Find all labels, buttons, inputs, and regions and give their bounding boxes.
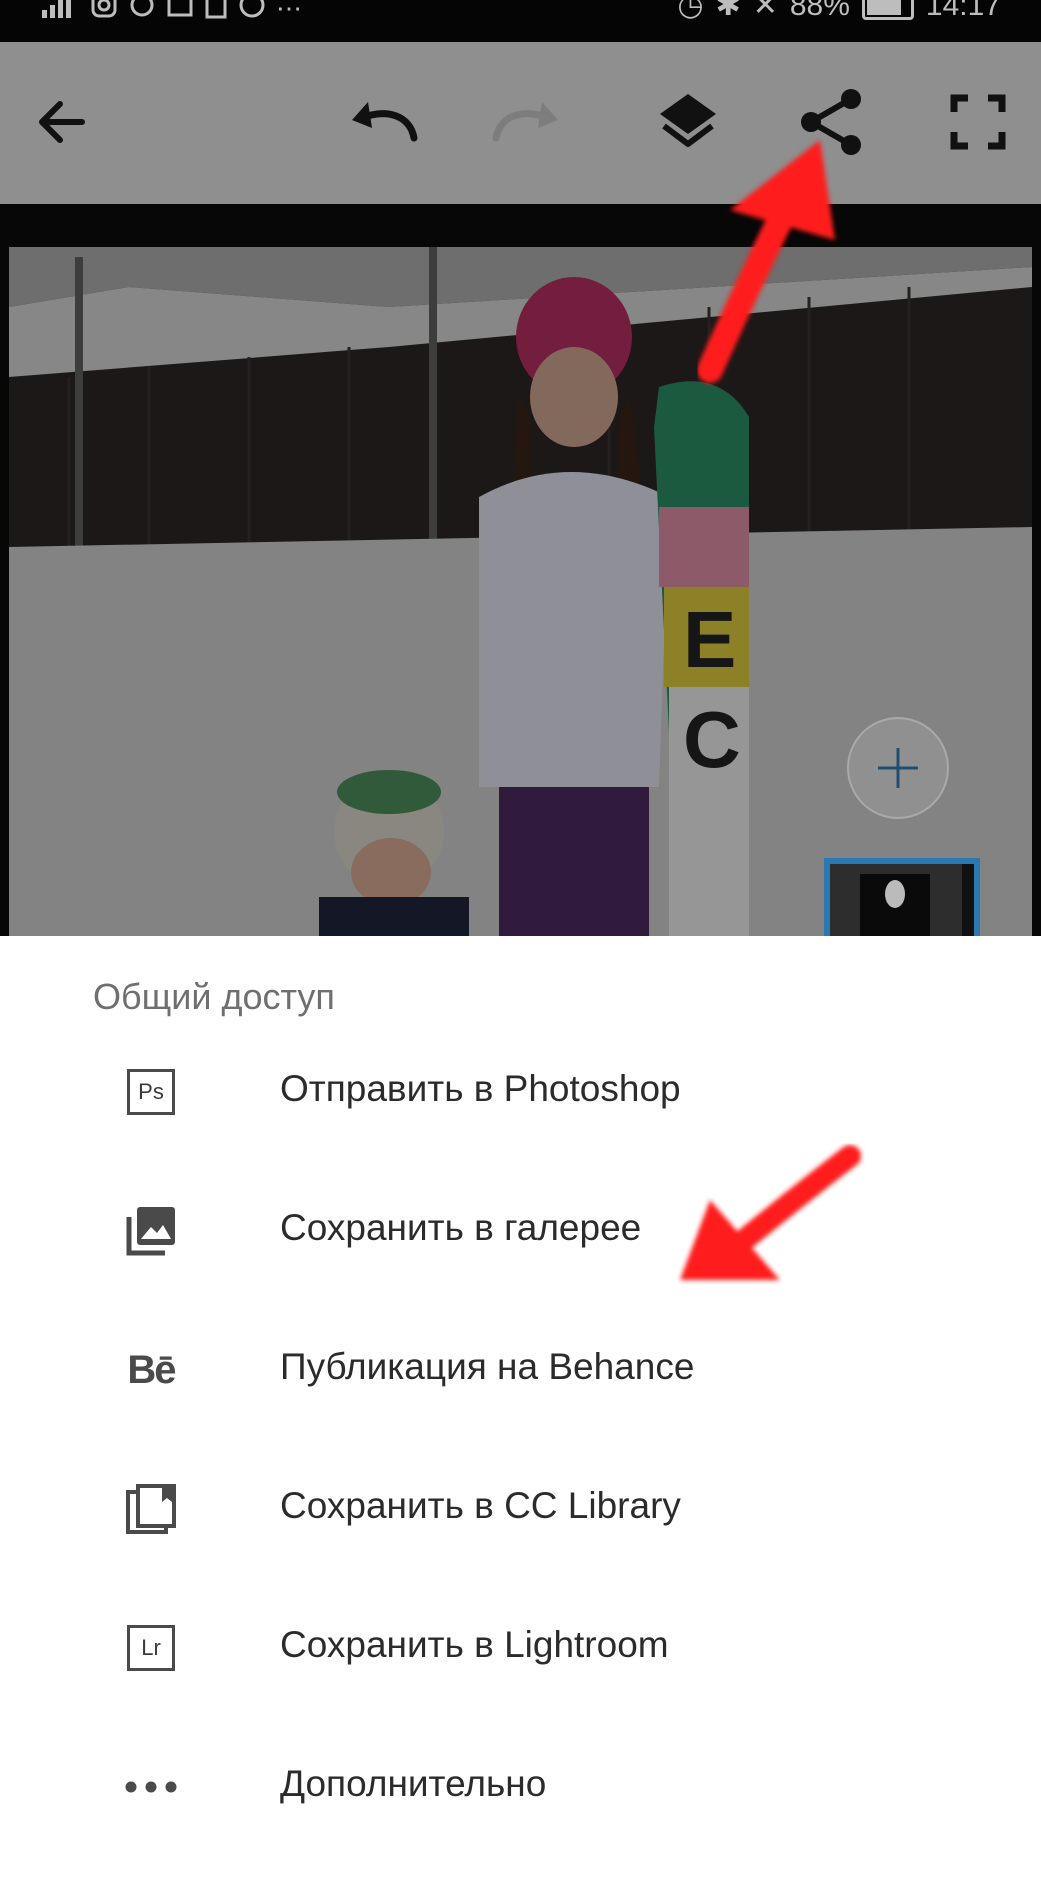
share-icon[interactable]	[792, 82, 872, 162]
status-bar: ⋯ ◷ ✱ ✕ 88% 14:17	[0, 0, 1041, 42]
file-icon	[204, 0, 228, 26]
share-sheet-title: Общий доступ	[93, 976, 335, 1017]
layer-thumbnail-image	[830, 864, 962, 942]
layer-thumbnail[interactable]	[824, 858, 980, 942]
redo-icon[interactable]	[488, 82, 568, 162]
bluetooth-icon: ✱	[715, 0, 741, 22]
menu-item-more[interactable]: Дополнительно	[0, 1717, 1041, 1856]
menu-item-label: Сохранить в галерее	[280, 1207, 642, 1248]
menu-item-label: Сохранить в CC Library	[280, 1485, 681, 1526]
menu-item-save-cc-library[interactable]: Сохранить в CC Library	[0, 1439, 1041, 1578]
notification-icon	[128, 0, 156, 26]
gallery-notification-icon	[166, 0, 194, 26]
lightroom-icon: Lr	[118, 1618, 184, 1678]
menu-item-save-to-gallery[interactable]: Сохранить в галерее	[0, 1161, 1041, 1300]
more-notifications-icon: ⋯	[276, 0, 302, 23]
clock: 14:17	[925, 0, 1001, 22]
battery-icon	[861, 0, 914, 20]
menu-item-label: Публикация на Behance	[280, 1346, 695, 1387]
photo-dim-overlay	[9, 247, 1032, 936]
photoshop-icon: Ps	[118, 1062, 184, 1122]
more-icon	[118, 1757, 184, 1817]
edited-photo[interactable]: E C	[9, 247, 1032, 936]
add-layer-button[interactable]	[847, 717, 949, 819]
menu-item-publish-behance[interactable]: Bē Публикация на Behance	[0, 1300, 1041, 1439]
undo-icon[interactable]	[342, 82, 422, 162]
battery-percent: 88%	[789, 0, 850, 22]
instagram-icon	[90, 0, 118, 26]
menu-item-label: Сохранить в Lightroom	[280, 1624, 669, 1665]
whatsapp-icon	[238, 0, 266, 26]
menu-item-save-lightroom[interactable]: Lr Сохранить в Lightroom	[0, 1578, 1041, 1717]
status-notification-icons: ⋯	[40, 0, 302, 27]
alarm-icon: ◷	[677, 0, 704, 22]
cc-library-icon	[118, 1479, 184, 1539]
mute-icon: ✕	[752, 0, 778, 22]
plus-icon	[878, 748, 918, 788]
share-sheet: Общий доступ Ps Отправить в Photoshop Со…	[0, 936, 1041, 1878]
signal-icon	[40, 0, 80, 27]
fullscreen-icon[interactable]	[938, 82, 1018, 162]
menu-item-label: Дополнительно	[280, 1763, 547, 1804]
behance-icon: Bē	[127, 1347, 176, 1392]
layers-icon[interactable]	[648, 82, 728, 162]
top-toolbar	[0, 42, 1041, 204]
gallery-icon	[118, 1201, 184, 1261]
back-arrow-icon[interactable]	[22, 82, 102, 162]
status-system-icons: ◷ ✱ ✕ 88% 14:17	[677, 0, 1001, 23]
canvas-area: E C	[0, 204, 1041, 936]
menu-item-label: Отправить в Photoshop	[280, 1068, 681, 1109]
menu-item-send-to-photoshop[interactable]: Ps Отправить в Photoshop	[0, 1022, 1041, 1161]
